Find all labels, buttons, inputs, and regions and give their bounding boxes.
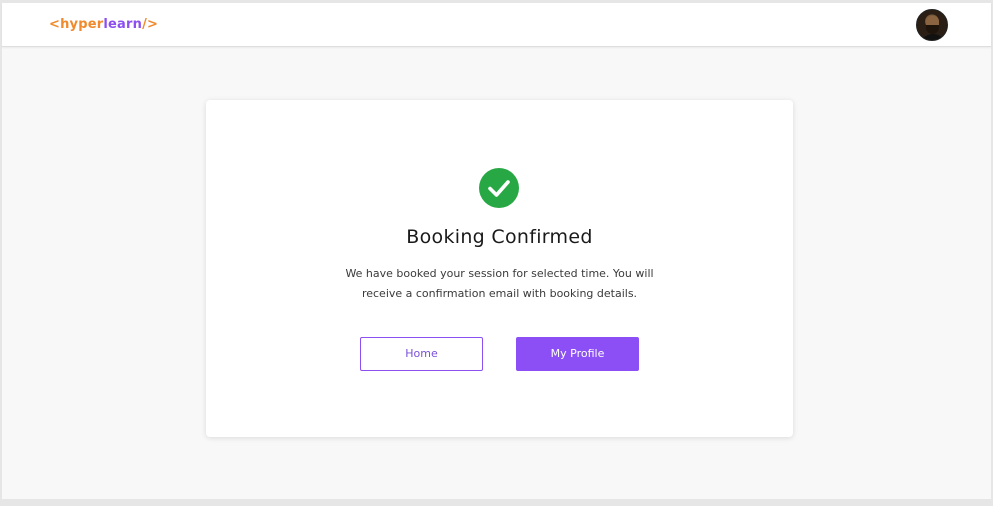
avatar-shoulders bbox=[919, 34, 947, 40]
home-button[interactable]: Home bbox=[360, 337, 483, 371]
my-profile-button[interactable]: My Profile bbox=[516, 337, 639, 371]
logo[interactable]: <hyperlearn/> bbox=[49, 17, 158, 32]
confirmation-message: We have booked your session for selected… bbox=[345, 267, 654, 300]
app-frame: <hyperlearn/> Booking Confirmed We have … bbox=[2, 3, 991, 499]
logo-prefix: <hyper bbox=[49, 17, 104, 32]
check-circle-icon bbox=[479, 168, 519, 208]
avatar-beard bbox=[926, 25, 939, 34]
logo-suffix: /> bbox=[142, 17, 159, 32]
logo-learn: learn bbox=[103, 17, 143, 32]
avatar[interactable] bbox=[916, 9, 948, 41]
confirmation-title: Booking Confirmed bbox=[406, 226, 593, 248]
top-navbar: <hyperlearn/> bbox=[2, 3, 991, 47]
confirmation-card: Booking Confirmed We have booked your se… bbox=[206, 100, 793, 437]
